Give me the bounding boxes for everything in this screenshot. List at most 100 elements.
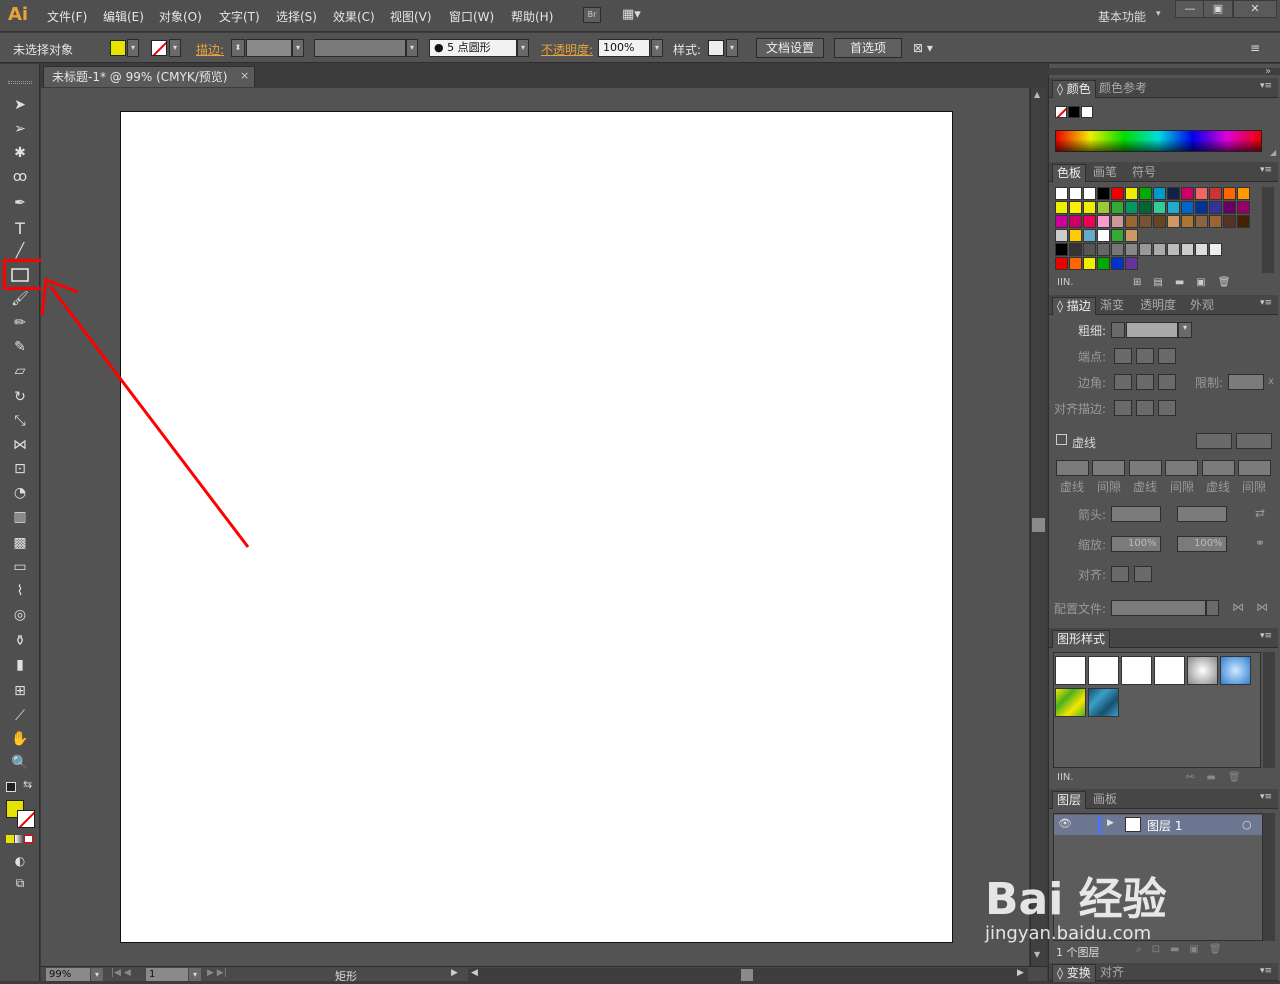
panel-menu-icon[interactable]: ▾≡ [1260, 966, 1272, 976]
drawing-mode-icon[interactable]: ◐ [8, 850, 32, 872]
swatch-chip[interactable] [1209, 201, 1222, 214]
style-dropdown[interactable]: ▾ [726, 39, 738, 57]
tab-gradient[interactable]: 渐变 [1096, 297, 1128, 315]
dash-2-input[interactable] [1129, 460, 1162, 476]
swatch-chip[interactable] [1223, 201, 1236, 214]
first-artboard-icon[interactable]: |◀ ◀ [111, 968, 131, 978]
stroke-weight-dropdown[interactable]: ▾ [292, 39, 304, 57]
swatch-chip[interactable] [1069, 243, 1082, 256]
menu-file[interactable]: 文件(F) [47, 8, 87, 25]
swatch-chip[interactable] [1097, 187, 1110, 200]
scroll-up-icon[interactable]: ▲ [1034, 90, 1040, 99]
swatch-chip[interactable] [1195, 243, 1208, 256]
scale-tool-icon[interactable]: ⤡ [8, 410, 32, 432]
color-spectrum[interactable] [1055, 130, 1262, 152]
swatch-chip[interactable] [1069, 215, 1082, 228]
limit-input[interactable] [1228, 374, 1264, 390]
style-swatch[interactable] [708, 40, 724, 56]
weight-input[interactable] [1126, 322, 1178, 338]
artboard-dropdown[interactable]: ▾ [189, 968, 201, 981]
tab-transparency[interactable]: 透明度 [1136, 297, 1180, 315]
variable-width-profile[interactable] [314, 39, 406, 57]
hand-tool-icon[interactable]: ✋ [8, 728, 32, 750]
target-icon[interactable]: ○ [1242, 818, 1252, 831]
swatch-chip[interactable] [1153, 243, 1166, 256]
panel-menu-icon[interactable]: ▾≡ [1260, 81, 1272, 91]
swatch-chip[interactable] [1111, 187, 1124, 200]
swatch-chip[interactable] [1153, 215, 1166, 228]
flip-along-icon[interactable]: ⋈ [1232, 600, 1244, 614]
dash-1-input[interactable] [1056, 460, 1089, 476]
swatch-chip[interactable] [1125, 215, 1138, 228]
swatch-chip[interactable] [1181, 243, 1194, 256]
round-join-icon[interactable] [1136, 374, 1154, 390]
swatch-chip[interactable] [1097, 201, 1110, 214]
status-menu-icon[interactable]: ▶ [451, 968, 458, 978]
swatch-chip[interactable] [1097, 257, 1110, 270]
perspective-grid-tool-icon[interactable]: ▥ [8, 506, 32, 528]
rotate-tool-icon[interactable]: ↻ [8, 386, 32, 408]
butt-cap-icon[interactable] [1114, 348, 1132, 364]
fill-swatch[interactable] [110, 40, 126, 56]
swatch-chip[interactable] [1069, 257, 1082, 270]
none-swatch[interactable] [1055, 106, 1067, 118]
align-dash-icon[interactable] [1236, 433, 1272, 449]
swatch-chip[interactable] [1181, 187, 1194, 200]
graphic-style-default[interactable] [1055, 656, 1086, 685]
scroll-thumb[interactable] [1032, 518, 1045, 532]
swatch-chip[interactable] [1083, 229, 1096, 242]
dashed-checkbox[interactable] [1056, 434, 1067, 445]
swatch-chip[interactable] [1223, 187, 1236, 200]
swatch-chip[interactable] [1167, 187, 1180, 200]
swatch-chip[interactable] [1139, 243, 1152, 256]
swatch-chip[interactable] [1083, 257, 1096, 270]
tab-artboards[interactable]: 画板 [1089, 791, 1121, 809]
profile-dropdown[interactable]: ▾ [406, 39, 418, 57]
width-tool-icon[interactable]: ⋈ [8, 434, 32, 456]
tab-close-icon[interactable]: × [240, 69, 249, 82]
swatch-chip[interactable] [1055, 201, 1068, 214]
gap-3-input[interactable] [1238, 460, 1271, 476]
gradient-tool-icon[interactable]: ▭ [8, 556, 32, 578]
swatch-chip[interactable] [1237, 201, 1250, 214]
graphic-style-5[interactable] [1187, 656, 1218, 685]
swatch-chip[interactable] [1111, 243, 1124, 256]
stroke-weight-input[interactable] [246, 39, 292, 57]
swatch-chip[interactable] [1195, 215, 1208, 228]
paintbrush-tool-icon[interactable]: 🖌 [8, 288, 32, 310]
zoom-dropdown[interactable]: ▾ [91, 968, 103, 981]
swatch-chip[interactable] [1209, 243, 1222, 256]
graphic-styles-actions-icons[interactable]: ⚯▬🗑 [1186, 772, 1253, 783]
tab-align[interactable]: 对齐 [1096, 964, 1128, 982]
symbol-sprayer-tool-icon[interactable]: ⚱ [8, 630, 32, 652]
end-scale-input[interactable]: 100% [1177, 536, 1227, 552]
graphic-style-7[interactable] [1055, 688, 1086, 717]
lasso-tool-icon[interactable]: ꝏ [8, 166, 32, 188]
artboard[interactable] [120, 111, 953, 943]
swatch-chip[interactable] [1237, 215, 1250, 228]
artboard-tool-icon[interactable]: ⊞ [8, 680, 32, 702]
menu-window[interactable]: 窗口(W) [449, 8, 494, 25]
swatch-chip[interactable] [1125, 243, 1138, 256]
profile-dropdown[interactable] [1206, 600, 1219, 616]
weight-stepper[interactable] [1111, 322, 1125, 338]
tab-transform[interactable]: ◊ 变换 [1052, 964, 1096, 982]
scroll-right-icon[interactable]: ▶ [1017, 968, 1024, 978]
projecting-cap-icon[interactable] [1158, 348, 1176, 364]
link-scale-icon[interactable]: ⚭ [1255, 536, 1265, 550]
swatch-chip[interactable] [1125, 187, 1138, 200]
swatch-chip[interactable] [1055, 215, 1068, 228]
start-scale-input[interactable]: 100% [1111, 536, 1161, 552]
menu-help[interactable]: 帮助(H) [511, 8, 553, 25]
swatch-chip[interactable] [1055, 229, 1068, 242]
brush-dropdown[interactable]: ▾ [517, 39, 529, 57]
swatch-chip[interactable] [1153, 201, 1166, 214]
eyedropper-tool-icon[interactable]: ⌇ [8, 580, 32, 602]
swatch-chip[interactable] [1167, 243, 1180, 256]
menu-select[interactable]: 选择(S) [276, 8, 317, 25]
tab-graphic-styles[interactable]: 图形样式 [1052, 630, 1111, 648]
none-mode-icon[interactable] [24, 835, 33, 843]
layers-scrollbar[interactable] [1263, 813, 1275, 941]
last-artboard-icon[interactable]: ▶ ▶| [207, 968, 227, 978]
free-transform-tool-icon[interactable]: ⊡ [8, 458, 32, 480]
